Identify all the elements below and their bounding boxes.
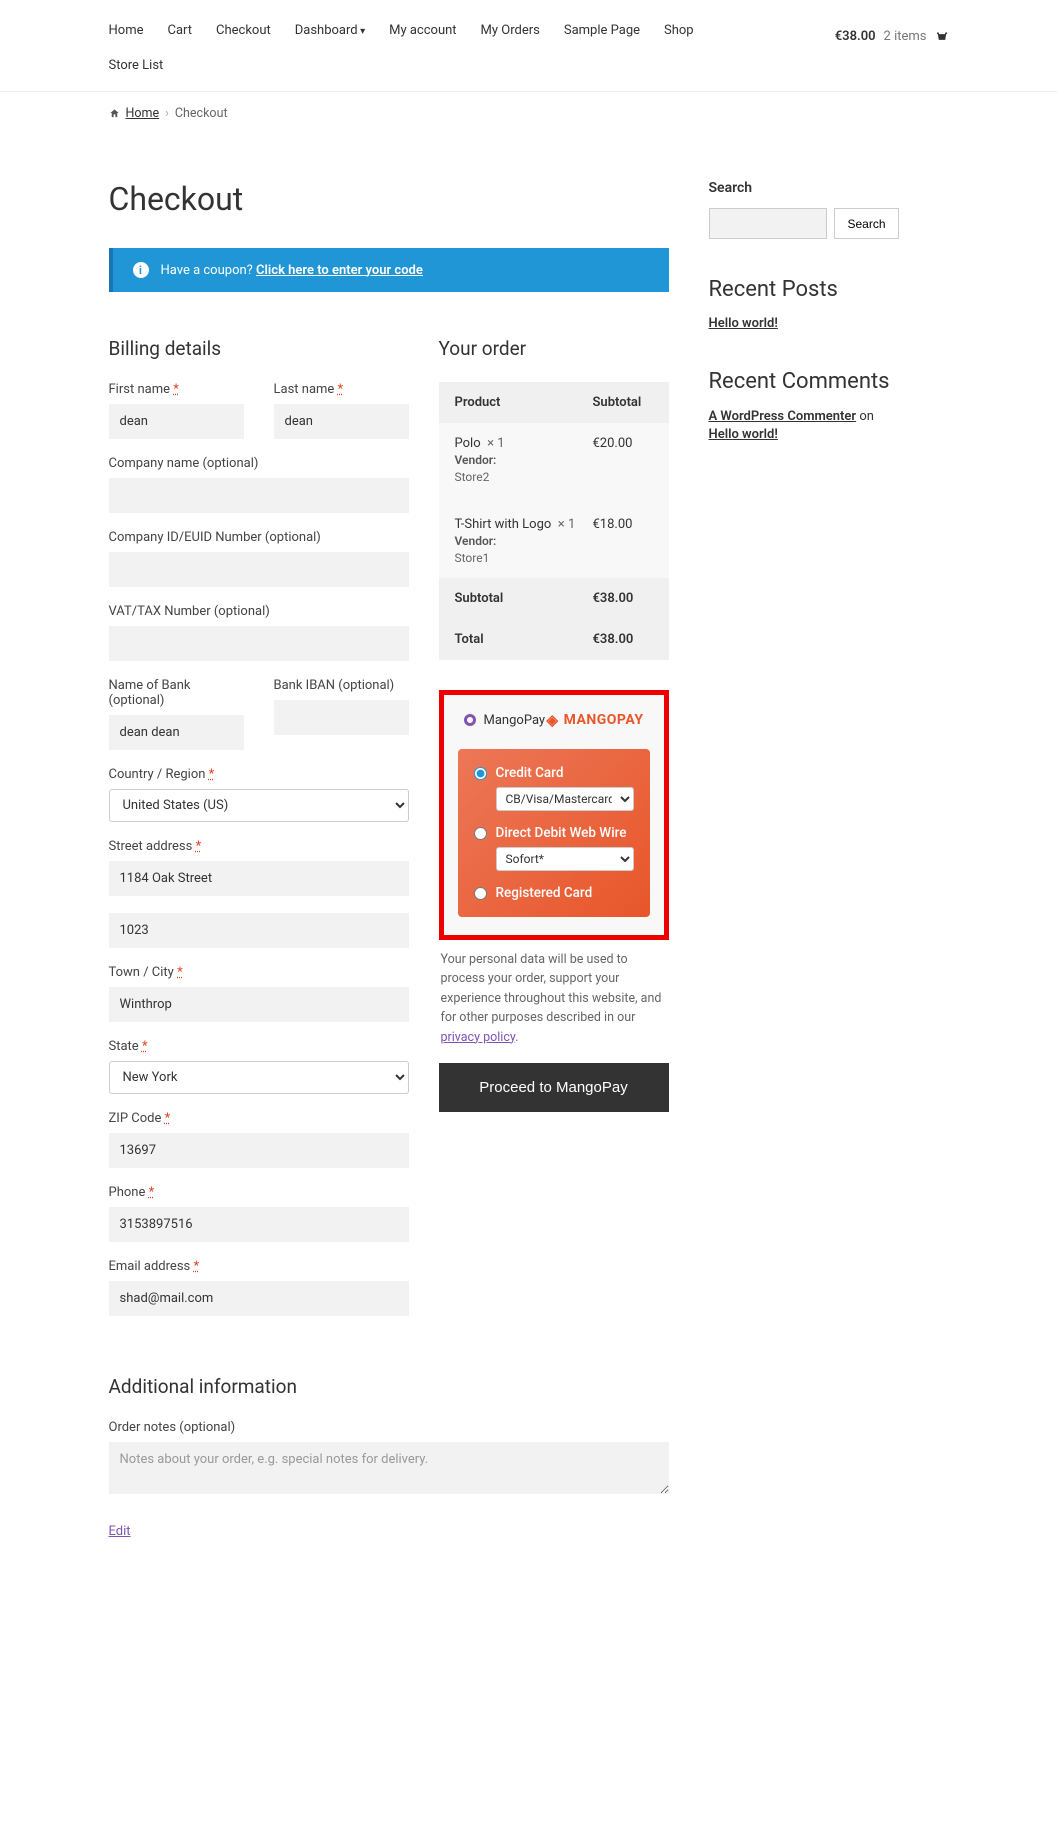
nav-row-2: Store List	[109, 58, 949, 83]
company-id-label: Company ID/EUID Number (optional)	[109, 530, 409, 545]
order-item: T-Shirt with Logo × 1 €18.00	[439, 497, 669, 534]
recent-comment: A WordPress Commenter on Hello world!	[709, 408, 899, 444]
street1-input[interactable]	[109, 861, 409, 896]
nav-cart[interactable]: Cart	[167, 15, 206, 58]
debit-radio[interactable]	[474, 827, 487, 840]
commenter-link[interactable]: A WordPress Commenter	[709, 409, 857, 424]
vat-label: VAT/TAX Number (optional)	[109, 604, 409, 619]
first-name-input[interactable]	[109, 404, 244, 439]
debit-label[interactable]: Direct Debit Web Wire	[496, 825, 627, 841]
company-label: Company name (optional)	[109, 456, 409, 471]
billing-heading: Billing details	[109, 337, 409, 360]
iban-label: Bank IBAN (optional)	[274, 678, 409, 693]
country-label: Country / Region *	[109, 767, 409, 782]
zip-input[interactable]	[109, 1133, 409, 1168]
bank-label: Name of Bank (optional)	[109, 678, 244, 708]
coupon-banner: i Have a coupon? Click here to enter you…	[109, 248, 669, 292]
subtotal-label: Subtotal	[455, 591, 593, 606]
home-icon	[109, 108, 120, 119]
city-label: Town / City *	[109, 965, 409, 980]
breadcrumb-current: Checkout	[175, 106, 228, 121]
privacy-text: Your personal data will be used to proce…	[439, 950, 669, 1047]
zip-label: ZIP Code *	[109, 1111, 409, 1126]
gateway-radio-icon[interactable]	[464, 714, 476, 726]
order-item: Polo × 1 €20.00	[439, 423, 669, 453]
recent-posts-heading: Recent Posts	[709, 277, 899, 302]
nav-checkout[interactable]: Checkout	[216, 15, 285, 58]
coupon-text: Have a coupon?	[161, 263, 253, 278]
breadcrumb-home[interactable]: Home	[126, 106, 160, 121]
mangopay-logo-icon: ◈	[547, 711, 559, 729]
nav-menu: Home Cart Checkout Dashboard My account …	[109, 15, 708, 58]
cart-items-count: 2 items	[884, 29, 927, 44]
email-label: Email address *	[109, 1259, 409, 1274]
search-input[interactable]	[709, 208, 828, 239]
iban-input[interactable]	[274, 700, 409, 735]
nav-store-list[interactable]: Store List	[109, 58, 164, 73]
order-notes-label: Order notes (optional)	[109, 1420, 669, 1435]
phone-label: Phone *	[109, 1185, 409, 1200]
total-value: €38.00	[593, 632, 653, 647]
bank-input[interactable]	[109, 715, 244, 750]
nav-my-account[interactable]: My account	[389, 15, 470, 58]
credit-card-select[interactable]: CB/Visa/Mastercard	[496, 787, 634, 811]
basket-icon	[935, 30, 949, 44]
proceed-button[interactable]: Proceed to MangoPay	[439, 1063, 669, 1112]
order-table: Product Subtotal Polo × 1 €20.00 Vendor:…	[439, 382, 669, 660]
cart-amount: €38.00	[835, 29, 876, 44]
order-notes-input[interactable]	[109, 1442, 669, 1494]
vendor-block: Vendor: Store1	[439, 534, 669, 578]
page-title: Checkout	[109, 180, 669, 218]
vendor-block: Vendor: Store2	[439, 453, 669, 497]
email-input[interactable]	[109, 1281, 409, 1316]
breadcrumb-separator: ›	[165, 106, 169, 121]
top-navigation: Home Cart Checkout Dashboard My account …	[109, 0, 949, 58]
recent-comments-heading: Recent Comments	[709, 369, 899, 394]
edit-link[interactable]: Edit	[109, 1524, 131, 1539]
last-name-label: Last name *	[274, 382, 409, 397]
nav-my-orders[interactable]: My Orders	[481, 15, 554, 58]
cart-widget[interactable]: €38.00 2 items	[835, 29, 949, 44]
phone-input[interactable]	[109, 1207, 409, 1242]
subtotal-value: €38.00	[593, 591, 653, 606]
credit-card-radio[interactable]	[474, 767, 487, 780]
additional-heading: Additional information	[109, 1375, 669, 1398]
company-input[interactable]	[109, 478, 409, 513]
subtotal-col-header: Subtotal	[593, 395, 653, 410]
total-label: Total	[455, 632, 593, 647]
breadcrumb: Home › Checkout	[109, 92, 949, 135]
street2-input[interactable]	[109, 913, 409, 948]
city-input[interactable]	[109, 987, 409, 1022]
last-name-input[interactable]	[274, 404, 409, 439]
commented-post-link[interactable]: Hello world!	[709, 427, 778, 442]
info-icon: i	[133, 262, 149, 278]
country-select[interactable]: United States (US)	[109, 789, 409, 822]
search-heading: Search	[709, 180, 899, 196]
coupon-link[interactable]: Click here to enter your code	[256, 263, 423, 278]
mangopay-logo: ◈ MANGOPAY	[547, 711, 644, 729]
gateway-name: MangoPay	[484, 713, 546, 728]
payment-options: Credit Card CB/Visa/Mastercard Direct De…	[458, 749, 650, 917]
registered-card-label[interactable]: Registered Card	[496, 885, 593, 901]
debit-select[interactable]: Sofort*	[496, 847, 634, 871]
nav-shop[interactable]: Shop	[664, 15, 708, 58]
credit-card-label[interactable]: Credit Card	[496, 765, 564, 781]
payment-box: MangoPay ◈ MANGOPAY Credit	[439, 690, 669, 940]
order-heading: Your order	[439, 337, 669, 360]
nav-home[interactable]: Home	[109, 15, 158, 58]
nav-dashboard[interactable]: Dashboard	[295, 15, 379, 58]
street-label: Street address *	[109, 839, 409, 854]
privacy-policy-link[interactable]: privacy policy	[441, 1030, 516, 1045]
state-select[interactable]: New York	[109, 1061, 409, 1094]
vat-input[interactable]	[109, 626, 409, 661]
first-name-label: First name *	[109, 382, 244, 397]
state-label: State *	[109, 1039, 409, 1054]
registered-card-radio[interactable]	[474, 887, 487, 900]
company-id-input[interactable]	[109, 552, 409, 587]
product-col-header: Product	[455, 395, 593, 410]
recent-post-link[interactable]: Hello world!	[709, 316, 778, 331]
nav-sample-page[interactable]: Sample Page	[564, 15, 654, 58]
search-button[interactable]: Search	[834, 208, 898, 239]
